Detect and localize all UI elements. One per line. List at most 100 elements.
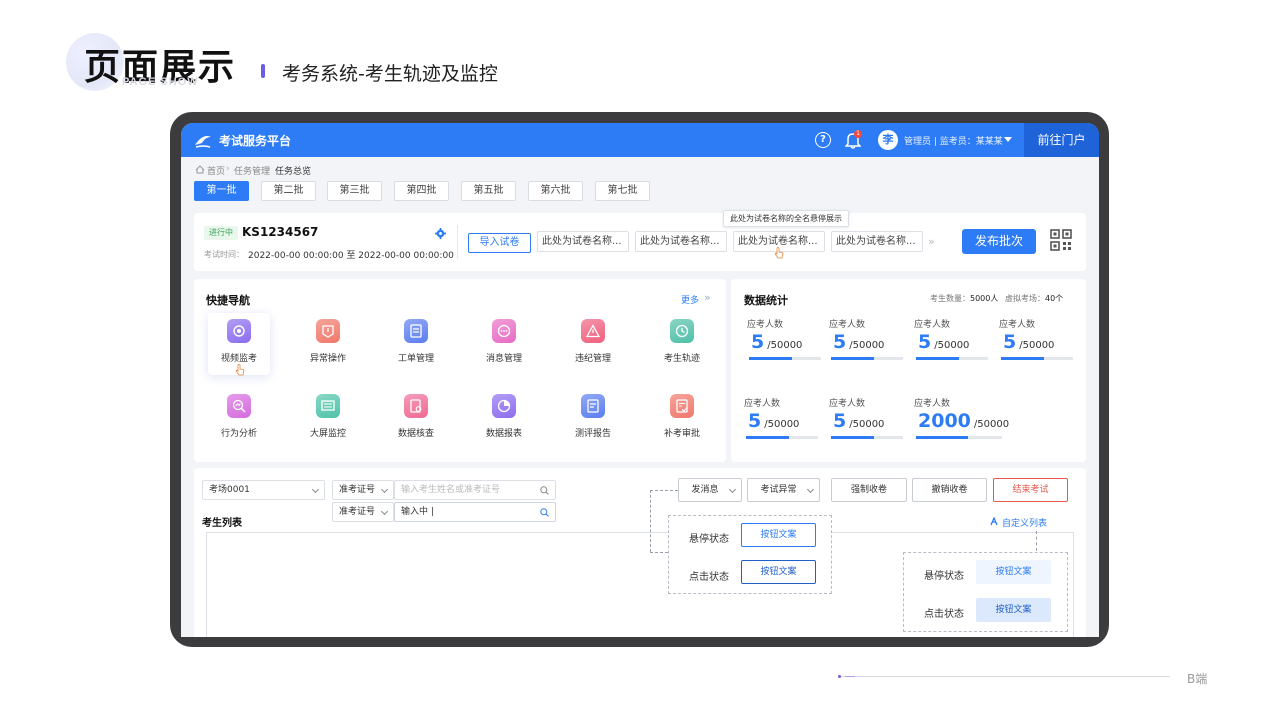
gear-icon[interactable]: [435, 228, 446, 239]
message-icon: [492, 319, 516, 343]
cancel-collect-button[interactable]: 撤销收卷: [912, 478, 987, 502]
progress-bar-fill: [746, 436, 790, 439]
progress-bar-fill: [831, 436, 875, 439]
home-icon[interactable]: [195, 165, 205, 174]
quick-nav-label: 数据报表: [485, 429, 522, 439]
virtual-room-count: 虚拟考场：40个: [1005, 294, 1064, 303]
search-input[interactable]: 输入考生姓名或准考证号: [394, 480, 556, 500]
tab-batch-6[interactable]: 第六批: [528, 181, 583, 201]
click-state-button[interactable]: 按钮文案: [976, 598, 1051, 622]
help-icon[interactable]: ?: [815, 132, 831, 148]
progress-bar: [831, 357, 903, 360]
tab-batch-1[interactable]: 第一批: [194, 181, 249, 201]
stat-item: 应考人数 5/50000: [747, 317, 823, 367]
send-message-dropdown[interactable]: 发消息: [678, 478, 742, 502]
custom-list-icon[interactable]: [990, 517, 999, 526]
more-link[interactable]: 更多: [681, 293, 699, 306]
quick-nav-label: 违纪管理: [574, 354, 611, 364]
quick-nav-item[interactable]: 大屏监控: [297, 388, 359, 450]
room-select[interactable]: 考场0001: [202, 480, 325, 500]
stat-value: 2000: [918, 410, 971, 432]
end-exam-button[interactable]: 结束考试: [993, 478, 1068, 502]
exam-exception-dropdown[interactable]: 考试异常: [747, 478, 820, 502]
quick-nav-label: 大屏监控: [309, 429, 346, 439]
stat-total: /50000: [934, 340, 970, 351]
paper-chip[interactable]: 此处为试卷名称...: [635, 231, 727, 252]
stat-label: 应考人数: [999, 320, 1036, 330]
progress-bar-fill: [1001, 357, 1045, 360]
divider: [457, 225, 458, 259]
portal-button[interactable]: 前往门户: [1024, 123, 1099, 157]
behavior-icon: [227, 394, 251, 418]
custom-list-link[interactable]: 自定义列表: [1002, 516, 1047, 529]
paper-chip[interactable]: 此处为试卷名称...: [831, 231, 923, 252]
breadcrumb-separator: ›: [267, 164, 271, 174]
publish-batch-button[interactable]: 发布批次: [962, 229, 1036, 254]
search-icon[interactable]: [540, 508, 549, 517]
quick-nav-item[interactable]: 考生轨迹: [651, 313, 713, 375]
quick-nav-item[interactable]: 数据核查: [385, 388, 447, 450]
quick-nav-item[interactable]: 消息管理: [473, 313, 535, 375]
stat-label: 应考人数: [914, 399, 951, 409]
quick-nav-label: 行为分析: [220, 429, 257, 439]
chevron-down-icon: [728, 485, 737, 494]
send-message-label: 发消息: [691, 485, 719, 495]
tab-batch-3[interactable]: 第三批: [327, 181, 382, 201]
quick-nav-item[interactable]: 补考审批: [651, 388, 713, 450]
force-collect-button[interactable]: 强制收卷: [831, 478, 907, 502]
tab-batch-7[interactable]: 第七批: [595, 181, 650, 201]
footer-dot: [838, 675, 841, 678]
breadcrumb-home[interactable]: 首页: [207, 164, 225, 177]
room-select-value: 考场0001: [209, 485, 250, 495]
search-input-focused[interactable]: 输入中 |: [394, 502, 556, 522]
quick-nav-item[interactable]: 违纪管理: [562, 313, 624, 375]
connector-line: [650, 490, 651, 552]
quick-nav-item[interactable]: 工单管理: [385, 313, 447, 375]
id-type-select-2[interactable]: 准考证号: [332, 502, 394, 522]
footer-label: B端: [1187, 672, 1208, 686]
data-report-icon: [492, 394, 516, 418]
exam-time-value: 2022-00-00 00:00:00 至 2022-00-00 00:00:0…: [248, 251, 454, 261]
qr-code-icon[interactable]: [1050, 229, 1072, 251]
examinee-count: 考生数量：5000人: [930, 294, 999, 303]
stat-value: 5: [1003, 331, 1017, 353]
progress-bar: [746, 436, 818, 439]
quick-nav-item[interactable]: 数据报表: [473, 388, 535, 450]
exam-time-label: 考试时间：: [204, 250, 244, 259]
stat-value-row: 5/50000: [918, 331, 969, 353]
track-icon: [670, 319, 694, 343]
chevron-double-right-icon[interactable]: »: [704, 291, 711, 304]
eval-report-icon: [581, 394, 605, 418]
progress-bar: [916, 436, 1002, 439]
chevron-down-icon[interactable]: [1004, 137, 1012, 142]
tab-batch-5[interactable]: 第五批: [461, 181, 516, 201]
import-paper-button[interactable]: 导入试卷: [468, 233, 531, 253]
connector-line: [650, 490, 678, 491]
tab-batch-4[interactable]: 第四批: [394, 181, 449, 201]
chevron-double-right-icon[interactable]: »: [928, 235, 935, 248]
quick-nav-item[interactable]: 行为分析: [208, 388, 270, 450]
stats-title: 数据统计: [744, 294, 788, 307]
hover-state-button[interactable]: 按钮文案: [976, 560, 1051, 584]
quick-nav-item[interactable]: 视频监考: [208, 313, 270, 376]
breadcrumb-task-mgmt[interactable]: 任务管理: [234, 164, 270, 177]
footer-dash: [845, 676, 855, 677]
id-type-select[interactable]: 准考证号: [332, 480, 394, 500]
stat-item: 应考人数 5/50000: [744, 396, 820, 446]
app-screen: 考试服务平台 ? 1 李 管理员 | 监考员：某某某 前往门户 首页 › 任务管…: [181, 123, 1099, 637]
logo-icon: [195, 136, 211, 148]
hover-state-button[interactable]: 按钮文案: [741, 523, 816, 547]
tab-batch-2[interactable]: 第二批: [261, 181, 316, 201]
paper-chip[interactable]: 此处为试卷名称...: [537, 231, 629, 252]
hover-state-label: 悬停状态: [689, 534, 729, 545]
title-accent-bar: [261, 64, 265, 78]
click-state-button[interactable]: 按钮文案: [741, 560, 816, 584]
stat-label: 应考人数: [829, 399, 866, 409]
stat-total: /50000: [973, 419, 1010, 430]
quick-nav-item[interactable]: 测评报告: [562, 388, 624, 450]
search-icon[interactable]: [540, 486, 549, 495]
stat-item: 应考人数 5/50000: [829, 317, 905, 367]
user-info[interactable]: 管理员 | 监考员：某某某: [904, 134, 1003, 147]
quick-nav-item[interactable]: 异常操作: [297, 313, 359, 375]
avatar[interactable]: 李: [878, 130, 898, 150]
